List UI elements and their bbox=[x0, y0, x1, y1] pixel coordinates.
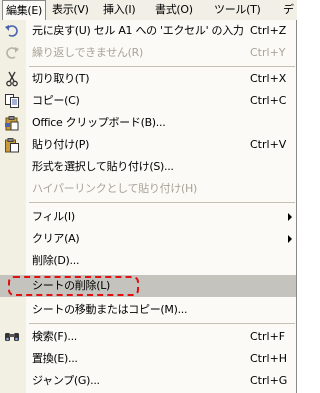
cut-icon bbox=[6, 71, 18, 87]
menu-item-copy[interactable]: コピー(C) Ctrl+C bbox=[0, 90, 296, 112]
undo-icon bbox=[5, 25, 18, 37]
menu-item-label: コピー(C) bbox=[32, 94, 80, 107]
menu-item-replace[interactable]: 置換(E)... Ctrl+H bbox=[0, 348, 296, 370]
menu-item-clear[interactable]: クリア(A) bbox=[0, 228, 296, 250]
menu-item-label: 検索(F)... bbox=[32, 330, 77, 343]
submenu-arrow-icon bbox=[288, 213, 292, 221]
redo-icon bbox=[6, 47, 19, 59]
clipboard-icon bbox=[5, 116, 19, 131]
menu-item-label: クリア(A) bbox=[32, 232, 80, 245]
menu-view[interactable]: 表示(V) bbox=[52, 0, 89, 20]
menu-bar: 編集(E) 表示(V) 挿入(I) 書式(O) ツール(T) デ bbox=[0, 0, 297, 21]
menu-item-label: シートの移動またはコピー(M)... bbox=[32, 303, 188, 316]
annotation-highlight-box bbox=[8, 276, 139, 296]
copy-icon bbox=[5, 94, 19, 108]
menu-item-label: Office クリップボード(B)... bbox=[32, 116, 166, 129]
menu-item-paste-as-hyperlink[interactable]: ハイパーリンクとして貼り付け(H) bbox=[0, 178, 296, 200]
menu-item-shortcut: Ctrl+F bbox=[250, 330, 286, 343]
menu-edit[interactable]: 編集(E) bbox=[2, 0, 47, 20]
menu-item-label: 切り取り(T) bbox=[32, 72, 90, 85]
menu-item-office-clipboard[interactable]: Office クリップボード(B)... bbox=[0, 112, 296, 134]
menu-item-go-to[interactable]: ジャンプ(G)... Ctrl+G bbox=[0, 370, 296, 392]
menu-separator bbox=[29, 202, 295, 203]
menu-item-shortcut: Ctrl+Z bbox=[250, 24, 287, 37]
menu-item-cut[interactable]: 切り取り(T) Ctrl+X bbox=[0, 68, 296, 90]
menu-item-delete[interactable]: 削除(D)... bbox=[0, 250, 296, 272]
menu-item-shortcut: Ctrl+H bbox=[250, 352, 288, 365]
menu-tools[interactable]: ツール(T) bbox=[214, 0, 261, 20]
menu-item-label: フィル(I) bbox=[32, 210, 75, 223]
menu-item-shortcut: Ctrl+X bbox=[250, 72, 287, 85]
menu-item-undo[interactable]: 元に戻す(U) セル A1 への 'エクセル' の入力 Ctrl+Z bbox=[0, 20, 296, 42]
menu-item-label: ジャンプ(G)... bbox=[32, 374, 100, 387]
menu-insert[interactable]: 挿入(I) bbox=[103, 0, 136, 20]
submenu-arrow-icon bbox=[288, 235, 292, 243]
edit-dropdown-menu: 元に戻す(U) セル A1 への 'エクセル' の入力 Ctrl+Z 繰り返しで… bbox=[0, 20, 297, 393]
menu-item-label: 削除(D)... bbox=[32, 254, 80, 267]
menu-item-shortcut: Ctrl+Y bbox=[250, 46, 286, 59]
find-icon bbox=[5, 333, 19, 341]
menu-item-shortcut: Ctrl+G bbox=[250, 374, 288, 387]
menu-item-label: 貼り付け(P) bbox=[32, 138, 90, 151]
menu-separator bbox=[29, 323, 295, 324]
menu-item-paste-special[interactable]: 形式を選択して貼り付け(S)... bbox=[0, 156, 296, 178]
menu-separator bbox=[29, 66, 295, 67]
menu-item-paste[interactable]: 貼り付け(P) Ctrl+V bbox=[0, 134, 296, 156]
menu-item-label: 元に戻す(U) セル A1 への 'エクセル' の入力 bbox=[32, 24, 244, 37]
menu-item-move-or-copy-sheet[interactable]: シートの移動またはコピー(M)... bbox=[0, 299, 296, 321]
menu-item-label: ハイパーリンクとして貼り付け(H) bbox=[32, 182, 197, 195]
menu-data[interactable]: デ bbox=[283, 0, 294, 20]
menu-format[interactable]: 書式(O) bbox=[155, 0, 193, 20]
menu-item-shortcut: Ctrl+C bbox=[250, 94, 287, 107]
menu-item-label: 置換(E)... bbox=[32, 352, 78, 365]
menu-item-shortcut: Ctrl+V bbox=[250, 138, 287, 151]
menu-item-fill[interactable]: フィル(I) bbox=[0, 206, 296, 228]
menu-item-label: 繰り返しできません(R) bbox=[32, 46, 143, 59]
menu-item-label: 形式を選択して貼り付け(S)... bbox=[32, 160, 174, 173]
menu-item-find[interactable]: 検索(F)... Ctrl+F bbox=[0, 326, 296, 348]
paste-icon bbox=[5, 138, 19, 153]
menu-item-redo[interactable]: 繰り返しできません(R) Ctrl+Y bbox=[0, 42, 296, 64]
